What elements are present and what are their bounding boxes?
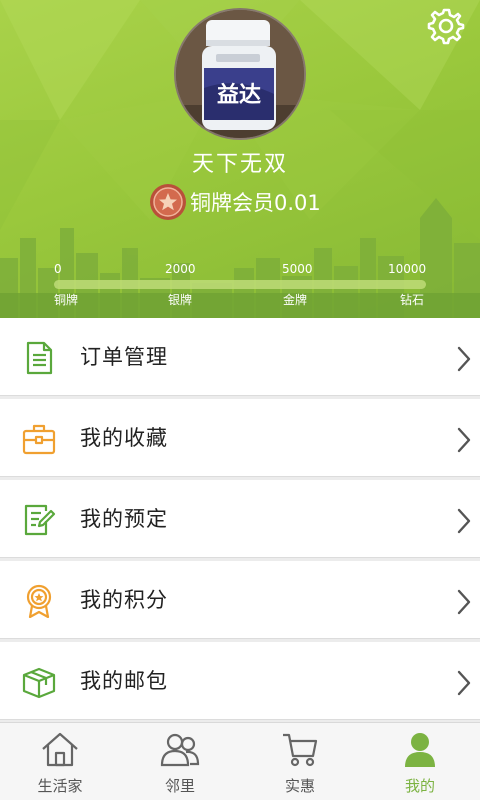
level-name-silver: 银牌 [168,293,193,307]
menu-list: 订单管理 我的收藏 我的预定 我的积分 我的邮包 [0,318,480,723]
tab-label: 实惠 [284,777,315,795]
award-ribbon-icon [26,584,52,618]
chevron-right-icon [457,670,471,696]
level-name-diamond: 钻石 [400,293,425,307]
menu-item-favorites[interactable]: 我的收藏 [0,399,480,477]
level-value-diamond: 10000 [388,262,427,276]
chevron-right-icon [457,508,471,534]
menu-item-label: 我的邮包 [80,669,168,693]
progress-track [54,280,426,289]
order-document-icon [26,341,53,375]
avatar[interactable]: 益达 [174,8,306,140]
gear-icon [427,8,465,45]
level-name-gold: 金牌 [283,293,308,307]
home-icon [42,732,78,767]
tab-label: 邻里 [164,777,195,795]
bottom-tab-bar: 生活家 邻里 实惠 我的 [0,722,480,800]
menu-item-label: 我的积分 [80,588,168,612]
menu-item-reservations[interactable]: 我的预定 [0,480,480,558]
level-name-bronze: 铜牌 [54,293,79,307]
user-icon [405,733,435,767]
menu-item-packages[interactable]: 我的邮包 [0,642,480,720]
cart-icon [283,733,318,767]
chevron-right-icon [457,346,471,372]
tab-home[interactable]: 生活家 [0,723,120,800]
edit-document-icon [24,504,56,536]
menu-item-label: 订单管理 [80,345,168,369]
svg-text:益达: 益达 [217,82,261,108]
avatar-photo: 益达 [176,10,304,138]
menu-item-label: 我的收藏 [80,426,168,450]
menu-item-orders[interactable]: 订单管理 [0,318,480,396]
tab-label: 生活家 [37,777,83,795]
briefcase-icon [22,424,56,455]
member-level-text: 铜牌会员0.01 [190,191,321,215]
tab-neighbors[interactable]: 邻里 [120,723,240,800]
tab-mine[interactable]: 我的 [360,723,480,800]
level-value-gold: 5000 [282,262,313,276]
chevron-right-icon [457,589,471,615]
bronze-medal-icon [150,184,186,220]
tab-deals[interactable]: 实惠 [240,723,360,800]
menu-item-points[interactable]: 我的积分 [0,561,480,639]
level-value-silver: 2000 [165,262,196,276]
menu-item-label: 我的预定 [80,507,168,531]
profile-header: 益达 天下无双 铜牌会员0.01 0 2000 5000 10000 铜牌 银牌… [0,0,480,318]
settings-button[interactable] [424,4,468,48]
username: 天下无双 [191,152,288,177]
level-value-bronze: 0 [54,262,62,276]
package-box-icon [22,667,56,699]
neighbors-icon [160,733,200,767]
member-level-row: 铜牌会员0.01 [148,182,321,222]
level-progress: 0 2000 5000 10000 铜牌 银牌 金牌 钻石 [54,262,426,308]
tab-label: 我的 [404,777,435,795]
chevron-right-icon [457,427,471,453]
